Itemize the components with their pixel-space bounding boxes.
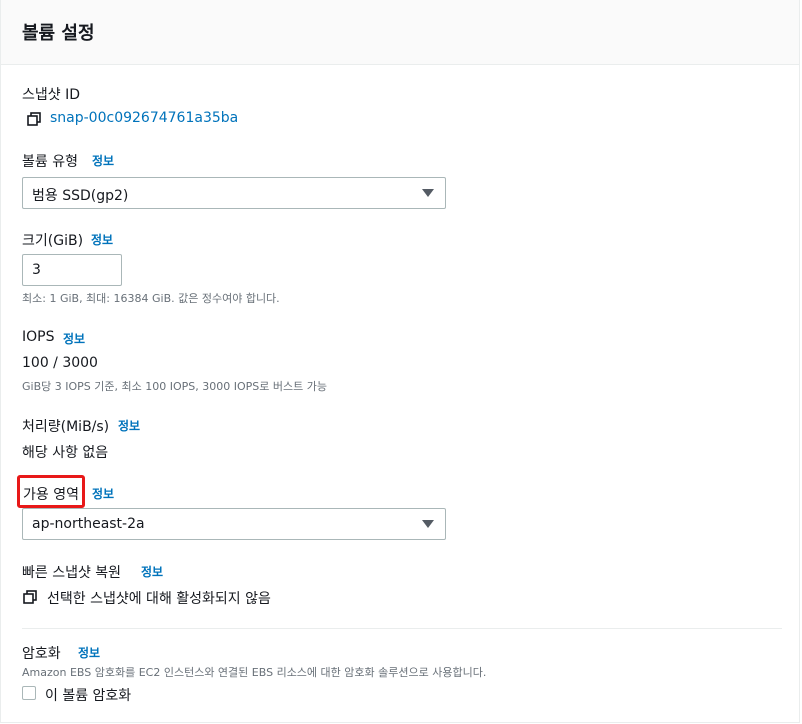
- availability-zone-selected: ap-northeast-2a: [32, 516, 145, 532]
- availability-zone-info-link[interactable]: 정보: [92, 485, 114, 502]
- encrypt-volume-checkbox[interactable]: [22, 686, 36, 700]
- throughput-info-link[interactable]: 정보: [118, 417, 140, 434]
- iops-label: IOPS: [22, 329, 55, 345]
- availability-zone-label: 가용 영역: [23, 487, 79, 503]
- volume-type-selected: 범용 SSD(gp2): [32, 188, 129, 204]
- availability-zone-select[interactable]: ap-northeast-2a: [22, 508, 446, 540]
- volume-type-info-link[interactable]: 정보: [92, 152, 114, 169]
- fast-restore-info-link[interactable]: 정보: [141, 563, 163, 580]
- snapshot-id-label: 스냅샷 ID: [22, 87, 80, 103]
- caret-down-icon: [422, 189, 434, 197]
- volume-type-select[interactable]: 범용 SSD(gp2): [22, 177, 446, 209]
- volume-type-label: 볼륨 유형: [22, 154, 78, 170]
- size-hint: 최소: 1 GiB, 최대: 16384 GiB. 값은 정수여야 합니다.: [22, 292, 280, 305]
- caret-down-icon: [422, 520, 434, 528]
- encryption-info-link[interactable]: 정보: [78, 644, 100, 661]
- iops-hint: GiB당 3 IOPS 기준, 최소 100 IOPS, 3000 IOPS로 …: [22, 380, 327, 393]
- encryption-description: Amazon EBS 암호화를 EC2 인스턴스와 연결된 EBS 리소스에 대…: [22, 666, 487, 679]
- size-input[interactable]: 3: [22, 254, 122, 286]
- copy-icon[interactable]: [27, 112, 41, 126]
- fast-restore-label: 빠른 스냅샷 복원: [22, 565, 122, 581]
- throughput-label: 처리량(MiB/s): [22, 419, 110, 435]
- size-info-link[interactable]: 정보: [91, 231, 113, 248]
- panel-header: 볼륨 설정: [1, 0, 799, 65]
- size-input-value: 3: [32, 262, 41, 278]
- encryption-label: 암호화: [22, 646, 61, 662]
- throughput-value: 해당 사항 없음: [22, 445, 109, 461]
- encrypt-volume-label[interactable]: 이 볼륨 암호화: [45, 685, 131, 705]
- panel-title: 볼륨 설정: [22, 23, 95, 44]
- size-label: 크기(GiB): [22, 233, 84, 249]
- copy-icon: [23, 590, 37, 604]
- iops-value: 100 / 3000: [22, 355, 98, 371]
- snapshot-id-link[interactable]: snap-00c092674761a35ba: [50, 110, 238, 126]
- fast-restore-value: 선택한 스냅샷에 대해 활성화되지 않음: [47, 591, 271, 607]
- volume-settings-panel: 볼륨 설정 스냅샷 ID snap-00c092674761a35ba 볼륨 유…: [0, 0, 800, 723]
- divider: [22, 628, 782, 629]
- iops-info-link[interactable]: 정보: [63, 330, 85, 347]
